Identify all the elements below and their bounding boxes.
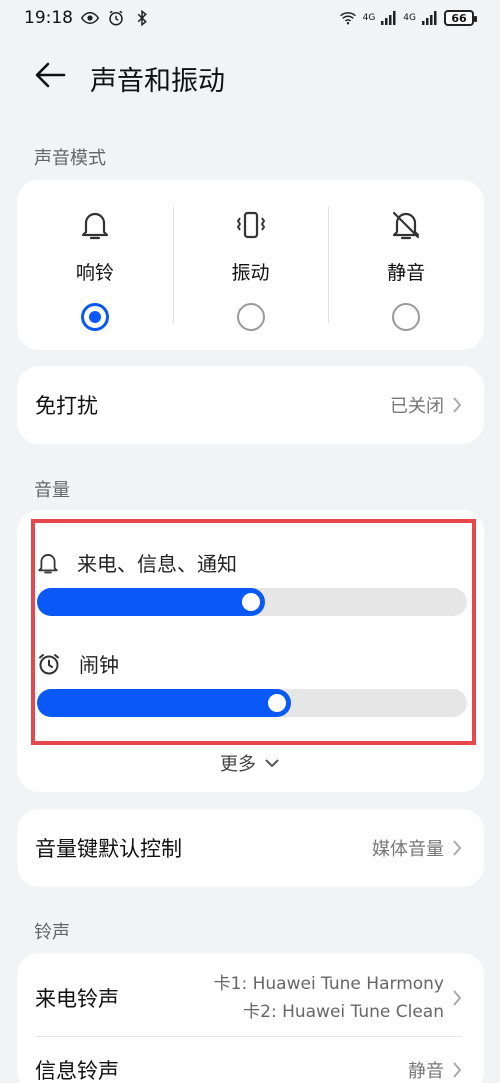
message-ringtone-row[interactable]: 信息铃声 静音 xyxy=(17,1045,484,1083)
volume-key-label: 音量键默认控制 xyxy=(35,837,182,861)
cell-signal-icon xyxy=(422,11,437,25)
mode-silent[interactable]: 静音 xyxy=(328,180,484,350)
battery-indicator: 66 xyxy=(444,10,477,26)
mode-vibrate[interactable]: 振动 xyxy=(172,180,329,350)
message-ringtone-label: 信息铃声 xyxy=(35,1059,119,1083)
mode-label-silent: 静音 xyxy=(387,262,426,284)
radio-vibrate[interactable] xyxy=(236,303,265,331)
vibrate-icon xyxy=(234,208,268,242)
call-ringtone-sim2: 卡2: Huawei Tune Clean xyxy=(243,1002,444,1022)
page-header: 声音和振动 xyxy=(0,50,500,100)
more-button[interactable]: 更多 xyxy=(0,750,500,776)
status-time: 19:18 xyxy=(24,8,73,28)
volume-track-ring[interactable] xyxy=(37,588,467,616)
cell-signal-icon xyxy=(381,11,396,25)
chevron-down-icon xyxy=(265,759,279,768)
volume-label-ring: 来电、信息、通知 xyxy=(77,552,237,576)
alarm-icon xyxy=(109,10,123,26)
alarm-clock-icon xyxy=(39,653,59,674)
volume-fill-ring xyxy=(37,588,265,616)
volume-key-row[interactable]: 音量键默认控制 媒体音量 xyxy=(17,809,484,887)
sound-mode-card: 响铃 振动 静音 xyxy=(17,180,484,350)
divider xyxy=(35,1036,462,1037)
signal-type-2: 4G xyxy=(403,13,416,23)
volume-label-alarm: 闹钟 xyxy=(79,653,119,677)
more-label: 更多 xyxy=(220,754,256,775)
mode-ring[interactable]: 响铃 xyxy=(17,180,173,350)
volume-key-value: 媒体音量 xyxy=(372,839,444,860)
volume-track-alarm[interactable] xyxy=(37,689,467,717)
signal-type-1: 4G xyxy=(362,13,376,23)
chevron-right-icon xyxy=(453,397,462,413)
bell-icon xyxy=(78,208,112,242)
mode-label-vibrate: 振动 xyxy=(231,262,270,284)
call-ringtone-sim1: 卡1: Huawei Tune Harmony xyxy=(213,974,444,994)
chevron-right-icon xyxy=(453,840,462,856)
dnd-value: 已关闭 xyxy=(390,396,444,417)
chevron-right-icon xyxy=(453,990,462,1006)
dnd-label: 免打扰 xyxy=(35,394,98,418)
bell-muted-icon xyxy=(389,208,423,242)
section-label-ringtone: 铃声 xyxy=(34,922,70,943)
wifi-icon xyxy=(339,12,356,25)
ringtone-card: 来电铃声 卡1: Huawei Tune Harmony 卡2: Huawei … xyxy=(17,953,484,1083)
page-title: 声音和振动 xyxy=(90,66,225,97)
call-ringtone-label: 来电铃声 xyxy=(35,987,119,1011)
mode-label-ring: 响铃 xyxy=(75,262,114,284)
section-label-volume: 音量 xyxy=(34,480,70,501)
radio-silent[interactable] xyxy=(392,303,421,331)
bell-icon xyxy=(38,553,58,573)
volume-knob-ring[interactable] xyxy=(242,593,260,611)
back-button[interactable] xyxy=(30,58,70,92)
section-label-sound-mode: 声音模式 xyxy=(34,148,106,169)
volume-fill-alarm xyxy=(37,689,291,717)
eye-icon xyxy=(81,11,99,25)
message-ringtone-value: 静音 xyxy=(408,1061,444,1082)
call-ringtone-row[interactable]: 来电铃声 卡1: Huawei Tune Harmony 卡2: Huawei … xyxy=(17,965,484,1031)
arrow-left-icon xyxy=(35,62,66,88)
dnd-row[interactable]: 免打扰 已关闭 xyxy=(17,366,484,444)
chevron-right-icon xyxy=(453,1062,462,1078)
battery-level: 66 xyxy=(451,11,467,25)
status-bar: 19:18 4G 4G 66 xyxy=(0,0,500,36)
bluetooth-icon xyxy=(137,9,147,27)
volume-knob-alarm[interactable] xyxy=(268,694,286,712)
radio-ring[interactable] xyxy=(80,303,109,331)
